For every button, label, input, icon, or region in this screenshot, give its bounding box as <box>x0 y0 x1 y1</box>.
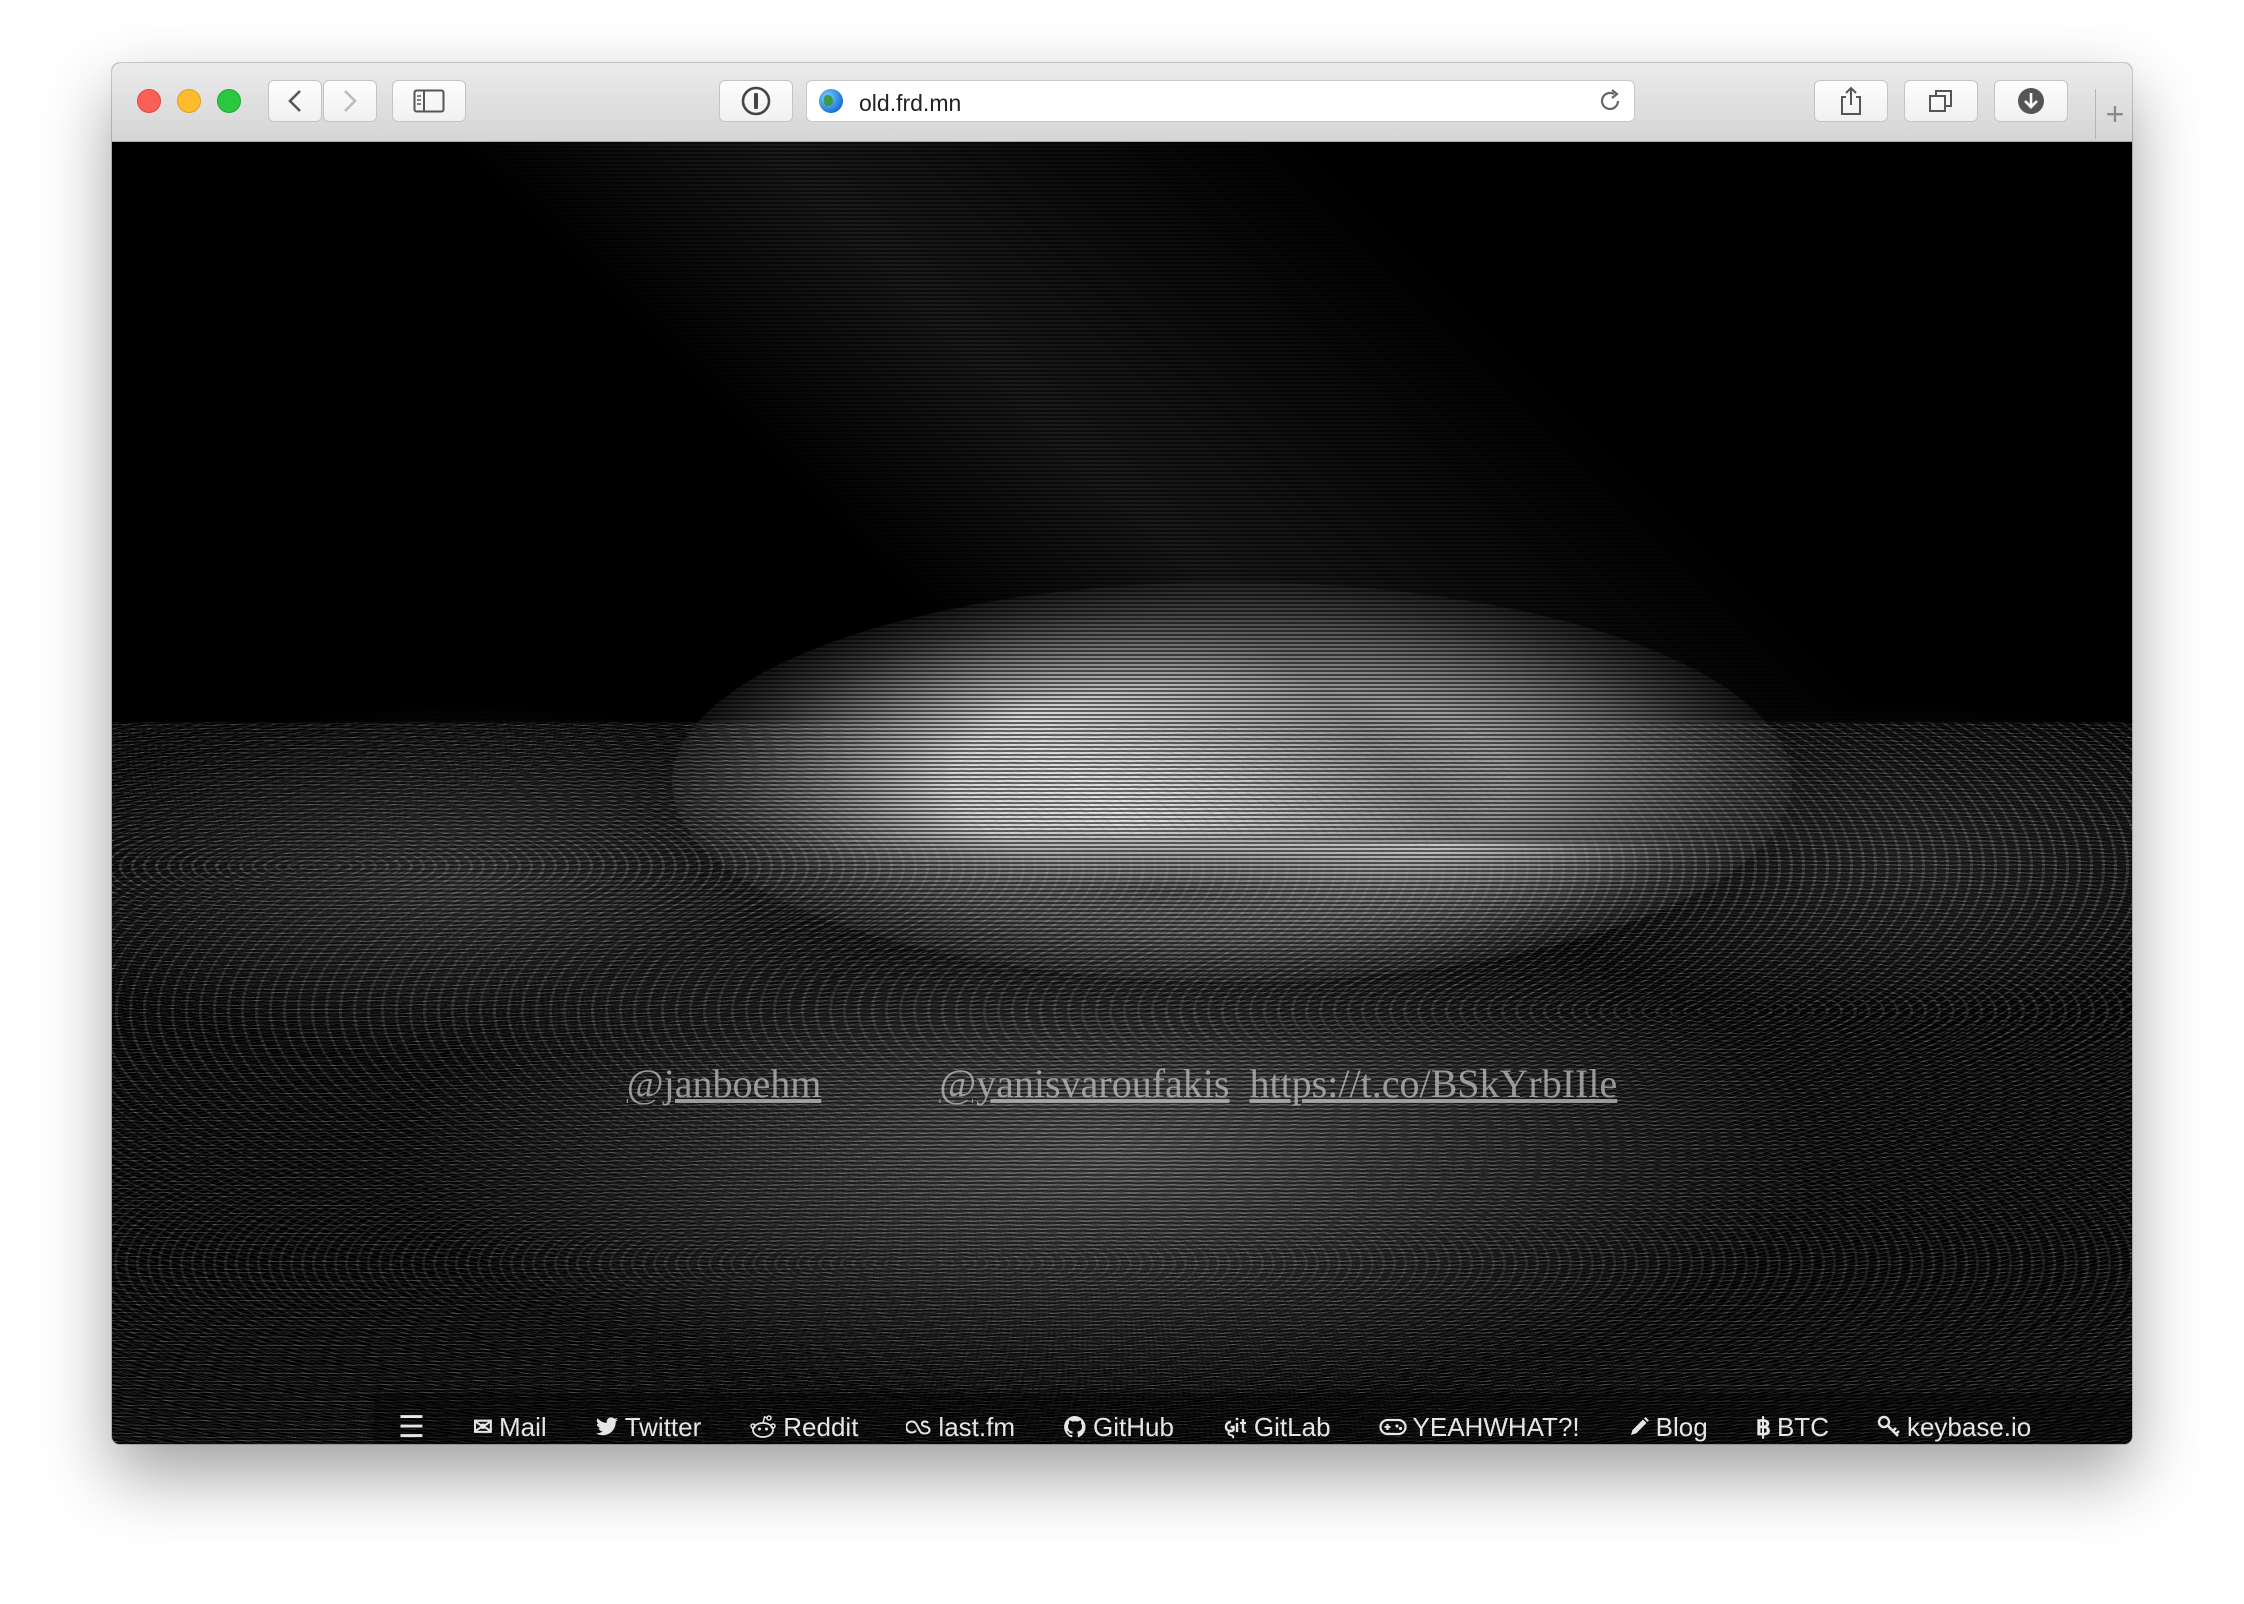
share-icon <box>1841 86 1861 115</box>
onepassword-icon <box>741 86 771 116</box>
nav-item-label: GitLab <box>1253 1411 1331 1442</box>
nav-item-label: keybase.io <box>1906 1411 2032 1442</box>
nav-item-reddit[interactable]: Reddit <box>749 1412 858 1443</box>
nav-item-label: Mail <box>499 1411 547 1442</box>
tweet-mention-yanisvaroufakis[interactable]: @yanisvaroufakis <box>939 1061 1229 1106</box>
globe-icon <box>819 89 843 113</box>
nav-item-label: Blog <box>1655 1411 1708 1442</box>
social-nav-bar: ☰ ✉ Mail Twitter Reddit last.fm GitHub G… <box>374 1393 2132 1444</box>
github-icon <box>1063 1415 1087 1439</box>
minimize-window-button[interactable] <box>177 89 201 113</box>
forward-button[interactable] <box>323 80 377 122</box>
menu-icon[interactable]: ☰ <box>398 1410 425 1445</box>
sidebar-toggle-button[interactable] <box>392 80 466 122</box>
back-button[interactable] <box>268 80 322 122</box>
password-manager-button[interactable] <box>719 80 793 122</box>
tweet-link[interactable]: https://t.co/BSkYrbIIle <box>1249 1061 1617 1106</box>
nav-item-gitlab[interactable]: GitLab <box>1222 1412 1331 1443</box>
tweet-mention-janboehm[interactable]: @janboehm <box>627 1061 822 1106</box>
nav-item-keybase[interactable]: keybase.io <box>1877 1412 2031 1443</box>
nav-item-label: GitHub <box>1093 1411 1174 1442</box>
plus-icon: + <box>2105 95 2125 132</box>
downloads-button[interactable] <box>1994 80 2068 122</box>
lastfm-icon <box>906 1418 932 1436</box>
nav-item-label: Twitter <box>624 1411 702 1442</box>
url-text: old.frd.mn <box>859 90 962 116</box>
page-content: @janboehm @yanisvaroufakis https://t.co/BS… <box>112 142 2132 1444</box>
mail-icon: ✉ <box>472 1413 494 1441</box>
twitter-icon <box>595 1417 619 1437</box>
nav-item-twitter[interactable]: Twitter <box>595 1411 702 1443</box>
tabs-icon <box>1929 90 1952 112</box>
git-icon <box>1222 1414 1248 1440</box>
address-bar[interactable]: old.frd.mn <box>806 80 1635 122</box>
nav-item-label: last.fm <box>938 1411 1015 1442</box>
show-tabs-button[interactable] <box>1904 80 1978 122</box>
chevron-right-icon <box>344 90 357 112</box>
browser-window: old.frd.mn + @janboehm @yanisvaroufakis ht… <box>112 63 2132 1444</box>
reddit-icon <box>749 1415 777 1439</box>
nav-item-label: YEAHWHAT?! <box>1412 1411 1580 1442</box>
browser-toolbar: old.frd.mn + <box>112 63 2132 142</box>
latest-tweet: @janboehm @yanisvaroufakis https://t.co/BS… <box>112 1060 2132 1107</box>
nav-item-btc[interactable]: ฿ BTC <box>1756 1412 1829 1443</box>
reload-icon[interactable] <box>1598 88 1624 114</box>
nav-item-github[interactable]: GitHub <box>1063 1412 1174 1443</box>
zoom-window-button[interactable] <box>217 89 241 113</box>
close-window-button[interactable] <box>137 89 161 113</box>
nav-item-label: BTC <box>1776 1411 1829 1442</box>
bitcoin-icon: ฿ <box>1755 1413 1771 1441</box>
nav-item-blog[interactable]: Blog <box>1628 1412 1708 1443</box>
nav-item-mail[interactable]: ✉ Mail <box>473 1412 547 1443</box>
gamepad-icon <box>1378 1418 1407 1436</box>
nav-item-yeahwhat[interactable]: YEAHWHAT?! <box>1378 1411 1580 1443</box>
scanline-overlay <box>112 142 2132 1444</box>
chevron-left-icon <box>288 90 301 112</box>
sidebar-icon <box>413 89 445 113</box>
new-tab-button[interactable]: + <box>2095 89 2132 139</box>
share-button[interactable] <box>1814 80 1888 122</box>
nav-item-lastfm[interactable]: last.fm <box>906 1412 1015 1443</box>
pencil-icon <box>1628 1416 1650 1438</box>
download-icon <box>2018 88 2044 114</box>
key-icon <box>1877 1415 1901 1439</box>
nav-item-label: Reddit <box>783 1411 859 1442</box>
